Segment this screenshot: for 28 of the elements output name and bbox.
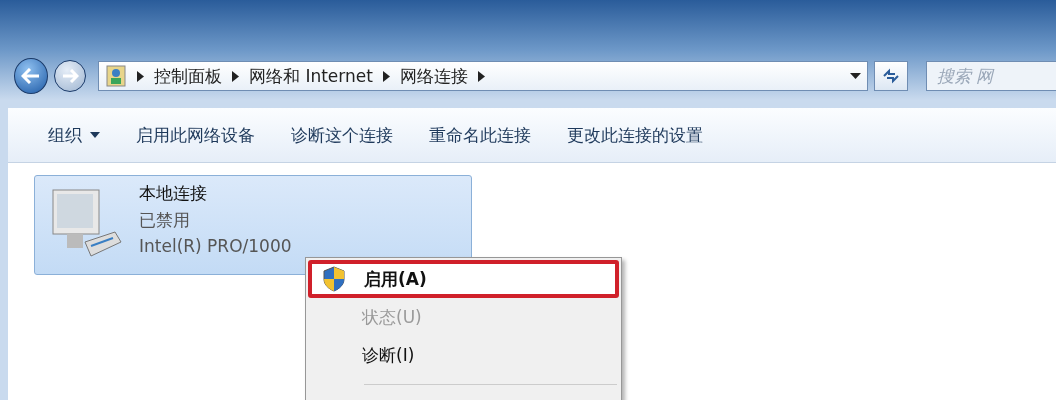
- menu-item[interactable]: 启用(A): [308, 260, 619, 298]
- chevron-icon[interactable]: [477, 70, 485, 82]
- adapter-name: Intel(R) PRO/1000: [139, 236, 292, 256]
- chevron-icon[interactable]: [382, 70, 390, 82]
- breadcrumb[interactable]: 网络和 Internet: [249, 64, 373, 88]
- toolbar-button[interactable]: 组织: [34, 117, 114, 153]
- dropdown-icon[interactable]: [850, 73, 861, 79]
- forward-arrow-icon: [61, 69, 79, 83]
- refresh-icon: [881, 67, 901, 85]
- toolbar-button[interactable]: 重命名此连接: [415, 117, 545, 153]
- back-button[interactable]: [14, 58, 48, 94]
- breadcrumb[interactable]: 控制面板: [154, 64, 222, 88]
- forward-button[interactable]: [54, 60, 86, 92]
- chevron-icon[interactable]: [137, 70, 144, 82]
- toolbar-button[interactable]: 启用此网络设备: [122, 117, 269, 153]
- network-folder-icon: [105, 64, 127, 88]
- toolbar-button[interactable]: 诊断这个连接: [277, 117, 407, 153]
- chevron-icon[interactable]: [232, 70, 239, 82]
- menu-item[interactable]: 诊断(I): [308, 336, 619, 374]
- caret-icon: [90, 132, 100, 138]
- refresh-button[interactable]: [874, 61, 908, 91]
- search-field[interactable]: 搜索 网: [926, 61, 1056, 91]
- breadcrumb[interactable]: 网络连接: [399, 64, 468, 88]
- toolbar-button[interactable]: 更改此连接的设置: [553, 117, 717, 153]
- connection-status: 已禁用: [139, 209, 191, 232]
- address-bar[interactable]: 控制面板 网络和 Internet 网络连接: [98, 61, 868, 91]
- back-arrow-icon: [21, 68, 41, 84]
- connection-name: 本地连接: [139, 182, 208, 205]
